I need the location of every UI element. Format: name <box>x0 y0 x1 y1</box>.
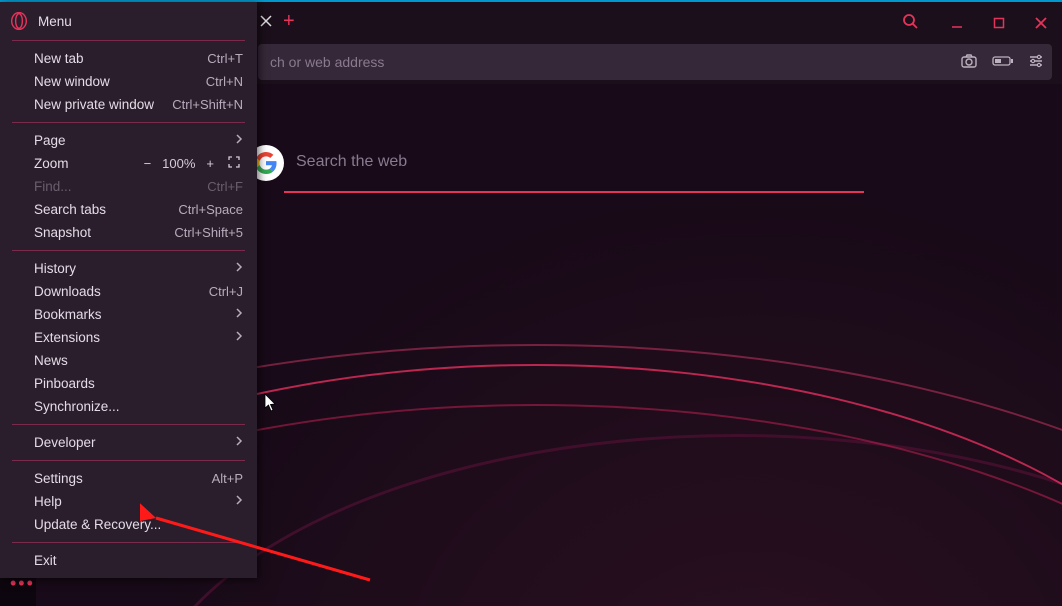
minimize-button[interactable] <box>936 2 978 44</box>
menu-item-extensions[interactable]: Extensions <box>0 326 257 349</box>
menu-item-downloads[interactable]: Downloads Ctrl+J <box>0 280 257 303</box>
address-bar[interactable]: ch or web address <box>258 44 1052 80</box>
menu-item-snapshot[interactable]: Snapshot Ctrl+Shift+5 <box>0 221 257 244</box>
address-placeholder: ch or web address <box>270 54 384 70</box>
menu-item-label: Zoom <box>34 156 69 171</box>
menu-item-synchronize[interactable]: Synchronize... <box>0 395 257 418</box>
menu-item-label: Help <box>34 494 62 509</box>
menu-item-label: Downloads <box>34 284 101 299</box>
zoom-fullscreen-button[interactable] <box>225 156 243 171</box>
menu-item-page[interactable]: Page <box>0 129 257 152</box>
snapshot-icon[interactable] <box>960 52 978 73</box>
menu-item-exit[interactable]: Exit <box>0 549 257 572</box>
battery-saver-icon[interactable] <box>992 54 1014 70</box>
menu-item-help[interactable]: Help <box>0 490 257 513</box>
menu-shortcut: Ctrl+J <box>209 284 243 299</box>
opera-logo-icon <box>10 12 28 30</box>
menu-shortcut: Ctrl+Shift+5 <box>174 225 243 240</box>
menu-group: Exit <box>0 543 257 578</box>
menu-item-developer[interactable]: Developer <box>0 431 257 454</box>
menu-header: Menu <box>0 2 257 40</box>
chevron-right-icon <box>236 262 243 275</box>
menu-item-new-tab[interactable]: New tab Ctrl+T <box>0 47 257 70</box>
menu-item-label: Settings <box>34 471 83 486</box>
menu-item-pinboards[interactable]: Pinboards <box>0 372 257 395</box>
chevron-right-icon <box>236 436 243 449</box>
menu-shortcut: Alt+P <box>212 471 243 486</box>
menu-item-settings[interactable]: Settings Alt+P <box>0 467 257 490</box>
menu-item-label: Page <box>34 133 66 148</box>
menu-group: New tab Ctrl+T New window Ctrl+N New private… <box>0 41 257 122</box>
main-menu: Menu New tab Ctrl+T New window Ctrl+N New pr… <box>0 2 257 578</box>
menu-item-history[interactable]: History <box>0 257 257 280</box>
tab-close-button[interactable] <box>260 14 272 32</box>
menu-item-label: News <box>34 353 68 368</box>
menu-shortcut: Ctrl+Space <box>178 202 243 217</box>
menu-item-search-tabs[interactable]: Search tabs Ctrl+Space <box>0 198 257 221</box>
search-underline <box>284 191 864 193</box>
search-tabs-icon[interactable] <box>884 13 936 34</box>
menu-item-update-recovery[interactable]: Update & Recovery... <box>0 513 257 536</box>
menu-item-new-private-window[interactable]: New private window Ctrl+Shift+N <box>0 93 257 116</box>
chevron-right-icon <box>236 331 243 344</box>
zoom-controls: −100% + <box>141 156 243 171</box>
menu-item-label: Search tabs <box>34 202 106 217</box>
menu-item-label: Synchronize... <box>34 399 120 414</box>
menu-item-bookmarks[interactable]: Bookmarks <box>0 303 257 326</box>
close-window-button[interactable] <box>1020 2 1062 44</box>
menu-item-find: Find... Ctrl+F <box>0 175 257 198</box>
maximize-button[interactable] <box>978 2 1020 44</box>
menu-shortcut: Ctrl+T <box>207 51 243 66</box>
menu-group: Developer <box>0 425 257 460</box>
easy-setup-icon[interactable] <box>1028 53 1044 72</box>
menu-shortcut: Ctrl+N <box>206 74 243 89</box>
window-controls <box>884 2 1062 44</box>
menu-item-label: Pinboards <box>34 376 95 391</box>
menu-item-label: Update & Recovery... <box>34 517 161 532</box>
menu-item-news[interactable]: News <box>0 349 257 372</box>
menu-title: Menu <box>38 14 72 29</box>
menu-item-label: History <box>34 261 76 276</box>
menu-item-label: New window <box>34 74 110 89</box>
menu-group: Settings Alt+P Help Update & Recovery... <box>0 461 257 542</box>
menu-item-label: Find... <box>34 179 72 194</box>
chevron-right-icon <box>236 134 243 147</box>
new-tab-button[interactable]: + <box>283 10 295 33</box>
search-placeholder: Search the web <box>296 153 407 171</box>
zoom-in-button[interactable]: + <box>203 156 217 171</box>
zoom-value: 100% <box>162 156 195 171</box>
cursor-icon <box>264 393 278 418</box>
menu-item-label: Bookmarks <box>34 307 102 322</box>
menu-group: Page Zoom −100% + Find... Ctrl+F Search tabs Ct… <box>0 123 257 250</box>
menu-item-label: New private window <box>34 97 154 112</box>
menu-item-new-window[interactable]: New window Ctrl+N <box>0 70 257 93</box>
menu-item-label: Exit <box>34 553 57 568</box>
chevron-right-icon <box>236 308 243 321</box>
menu-item-zoom[interactable]: Zoom −100% + <box>0 152 257 175</box>
menu-group: History Downloads Ctrl+J Bookmarks Extension… <box>0 251 257 424</box>
menu-item-label: Extensions <box>34 330 100 345</box>
chevron-right-icon <box>236 495 243 508</box>
menu-shortcut: Ctrl+Shift+N <box>172 97 243 112</box>
zoom-out-button[interactable]: − <box>141 156 155 171</box>
menu-shortcut: Ctrl+F <box>207 179 243 194</box>
menu-item-label: Snapshot <box>34 225 91 240</box>
menu-item-label: Developer <box>34 435 96 450</box>
menu-item-label: New tab <box>34 51 84 66</box>
address-bar-right-icons <box>960 52 1044 73</box>
